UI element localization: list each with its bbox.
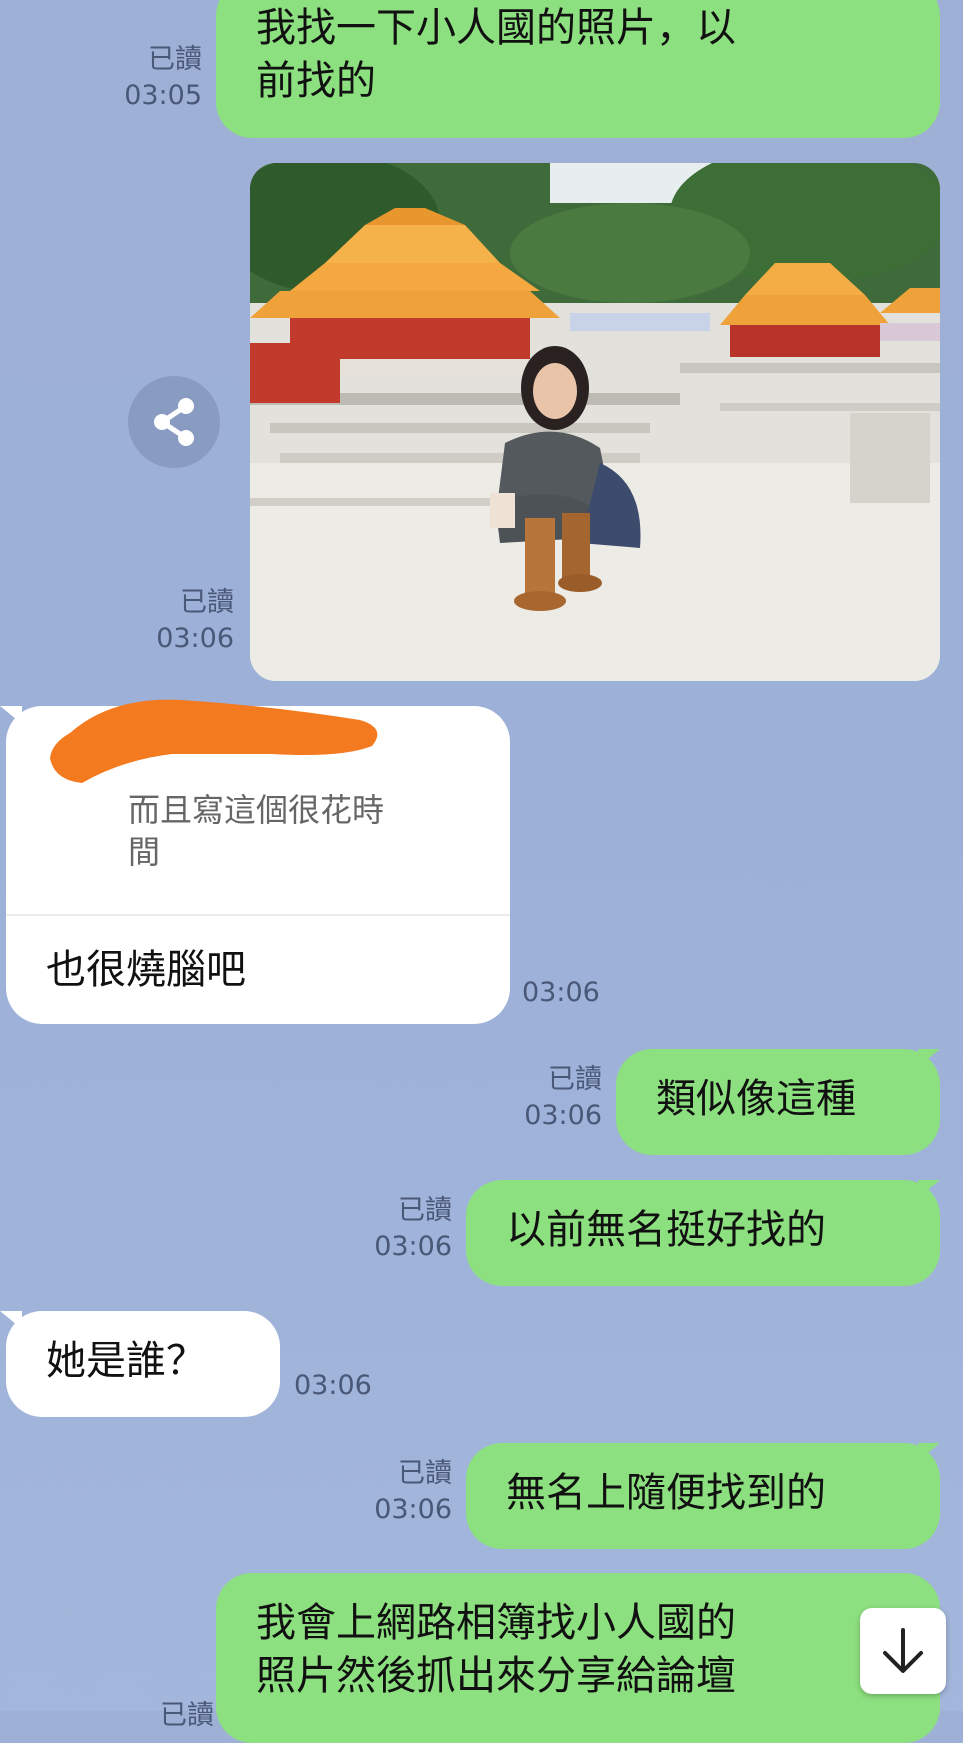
redaction-scribble [50, 699, 378, 783]
bubble-tail [918, 1180, 940, 1198]
read-label: 已讀 [398, 1458, 452, 1489]
reply-quote-line: 而且寫這個很花時 [128, 791, 385, 829]
photo-image [250, 163, 940, 681]
message-bubble[interactable]: 以前無名挺好找的 [466, 1180, 940, 1286]
message-text: 也很燒腦吧 [46, 947, 246, 993]
message-text-line: 我找一下小人國的照片，以 [256, 5, 736, 51]
redacted-name [42, 688, 390, 800]
read-label: 已讀 [180, 587, 234, 618]
timestamp: 03:06 [374, 1494, 452, 1526]
timestamp: 03:06 [374, 1231, 452, 1263]
share-icon [154, 398, 194, 446]
read-receipt: 已讀 03:06 [506, 1062, 602, 1135]
timestamp: 03:06 [522, 977, 600, 1008]
bubble-tail [0, 1311, 22, 1329]
message-text-line: 前找的 [256, 58, 376, 105]
reply-quote-text: 而且寫這個很花時 間 [128, 790, 468, 873]
reply-quote[interactable]: 而且寫這個很花時 間 [6, 699, 510, 916]
timestamp: 03:06 [294, 1370, 372, 1401]
timestamp: 03:05 [124, 80, 202, 112]
message-bubble[interactable]: 她是誰？ [6, 1311, 280, 1417]
reply-quote-line: 間 [128, 832, 161, 871]
message-text: 她是誰？ [46, 1338, 206, 1384]
read-label: 已讀 [160, 1700, 214, 1731]
read-receipt: 已讀 [120, 1698, 214, 1734]
message-bubble[interactable]: 而且寫這個很花時 間 也很燒腦吧 [6, 699, 510, 1024]
bubble-tail [0, 706, 22, 724]
message-bubble[interactable]: 我找一下小人國的照片，以 前找的 [216, 0, 940, 138]
read-label: 已讀 [548, 1064, 602, 1095]
read-receipt: 已讀 03:06 [356, 1193, 452, 1266]
message-text-line: 我會上網路相簿找小人國的 [256, 1600, 736, 1646]
message-text-line: 照片然後抓出來分享給論壇 [256, 1653, 736, 1700]
message-bubble[interactable]: 無名上隨便找到的 [466, 1443, 940, 1549]
message-text: 類似像這種 [656, 1076, 856, 1122]
message-bubble[interactable]: 我會上網路相簿找小人國的 照片然後抓出來分享給論壇 [216, 1573, 940, 1743]
read-receipt: 已讀 03:06 [140, 585, 234, 658]
shared-photo[interactable] [250, 163, 940, 681]
share-button[interactable] [128, 376, 220, 468]
message-bubble[interactable]: 類似像這種 [616, 1049, 940, 1155]
scroll-to-bottom-button[interactable] [860, 1608, 946, 1694]
read-label: 已讀 [148, 44, 202, 75]
bubble-tail [918, 1443, 940, 1461]
read-receipt: 已讀 03:05 [110, 42, 202, 115]
message-text: 無名上隨便找到的 [506, 1470, 826, 1516]
timestamp: 03:06 [156, 623, 234, 655]
read-receipt: 已讀 03:06 [356, 1456, 452, 1529]
bubble-tail [918, 1049, 940, 1067]
read-label: 已讀 [398, 1195, 452, 1226]
arrow-down-icon [883, 1628, 923, 1673]
message-text: 以前無名挺好找的 [506, 1207, 826, 1253]
timestamp: 03:06 [524, 1100, 602, 1132]
